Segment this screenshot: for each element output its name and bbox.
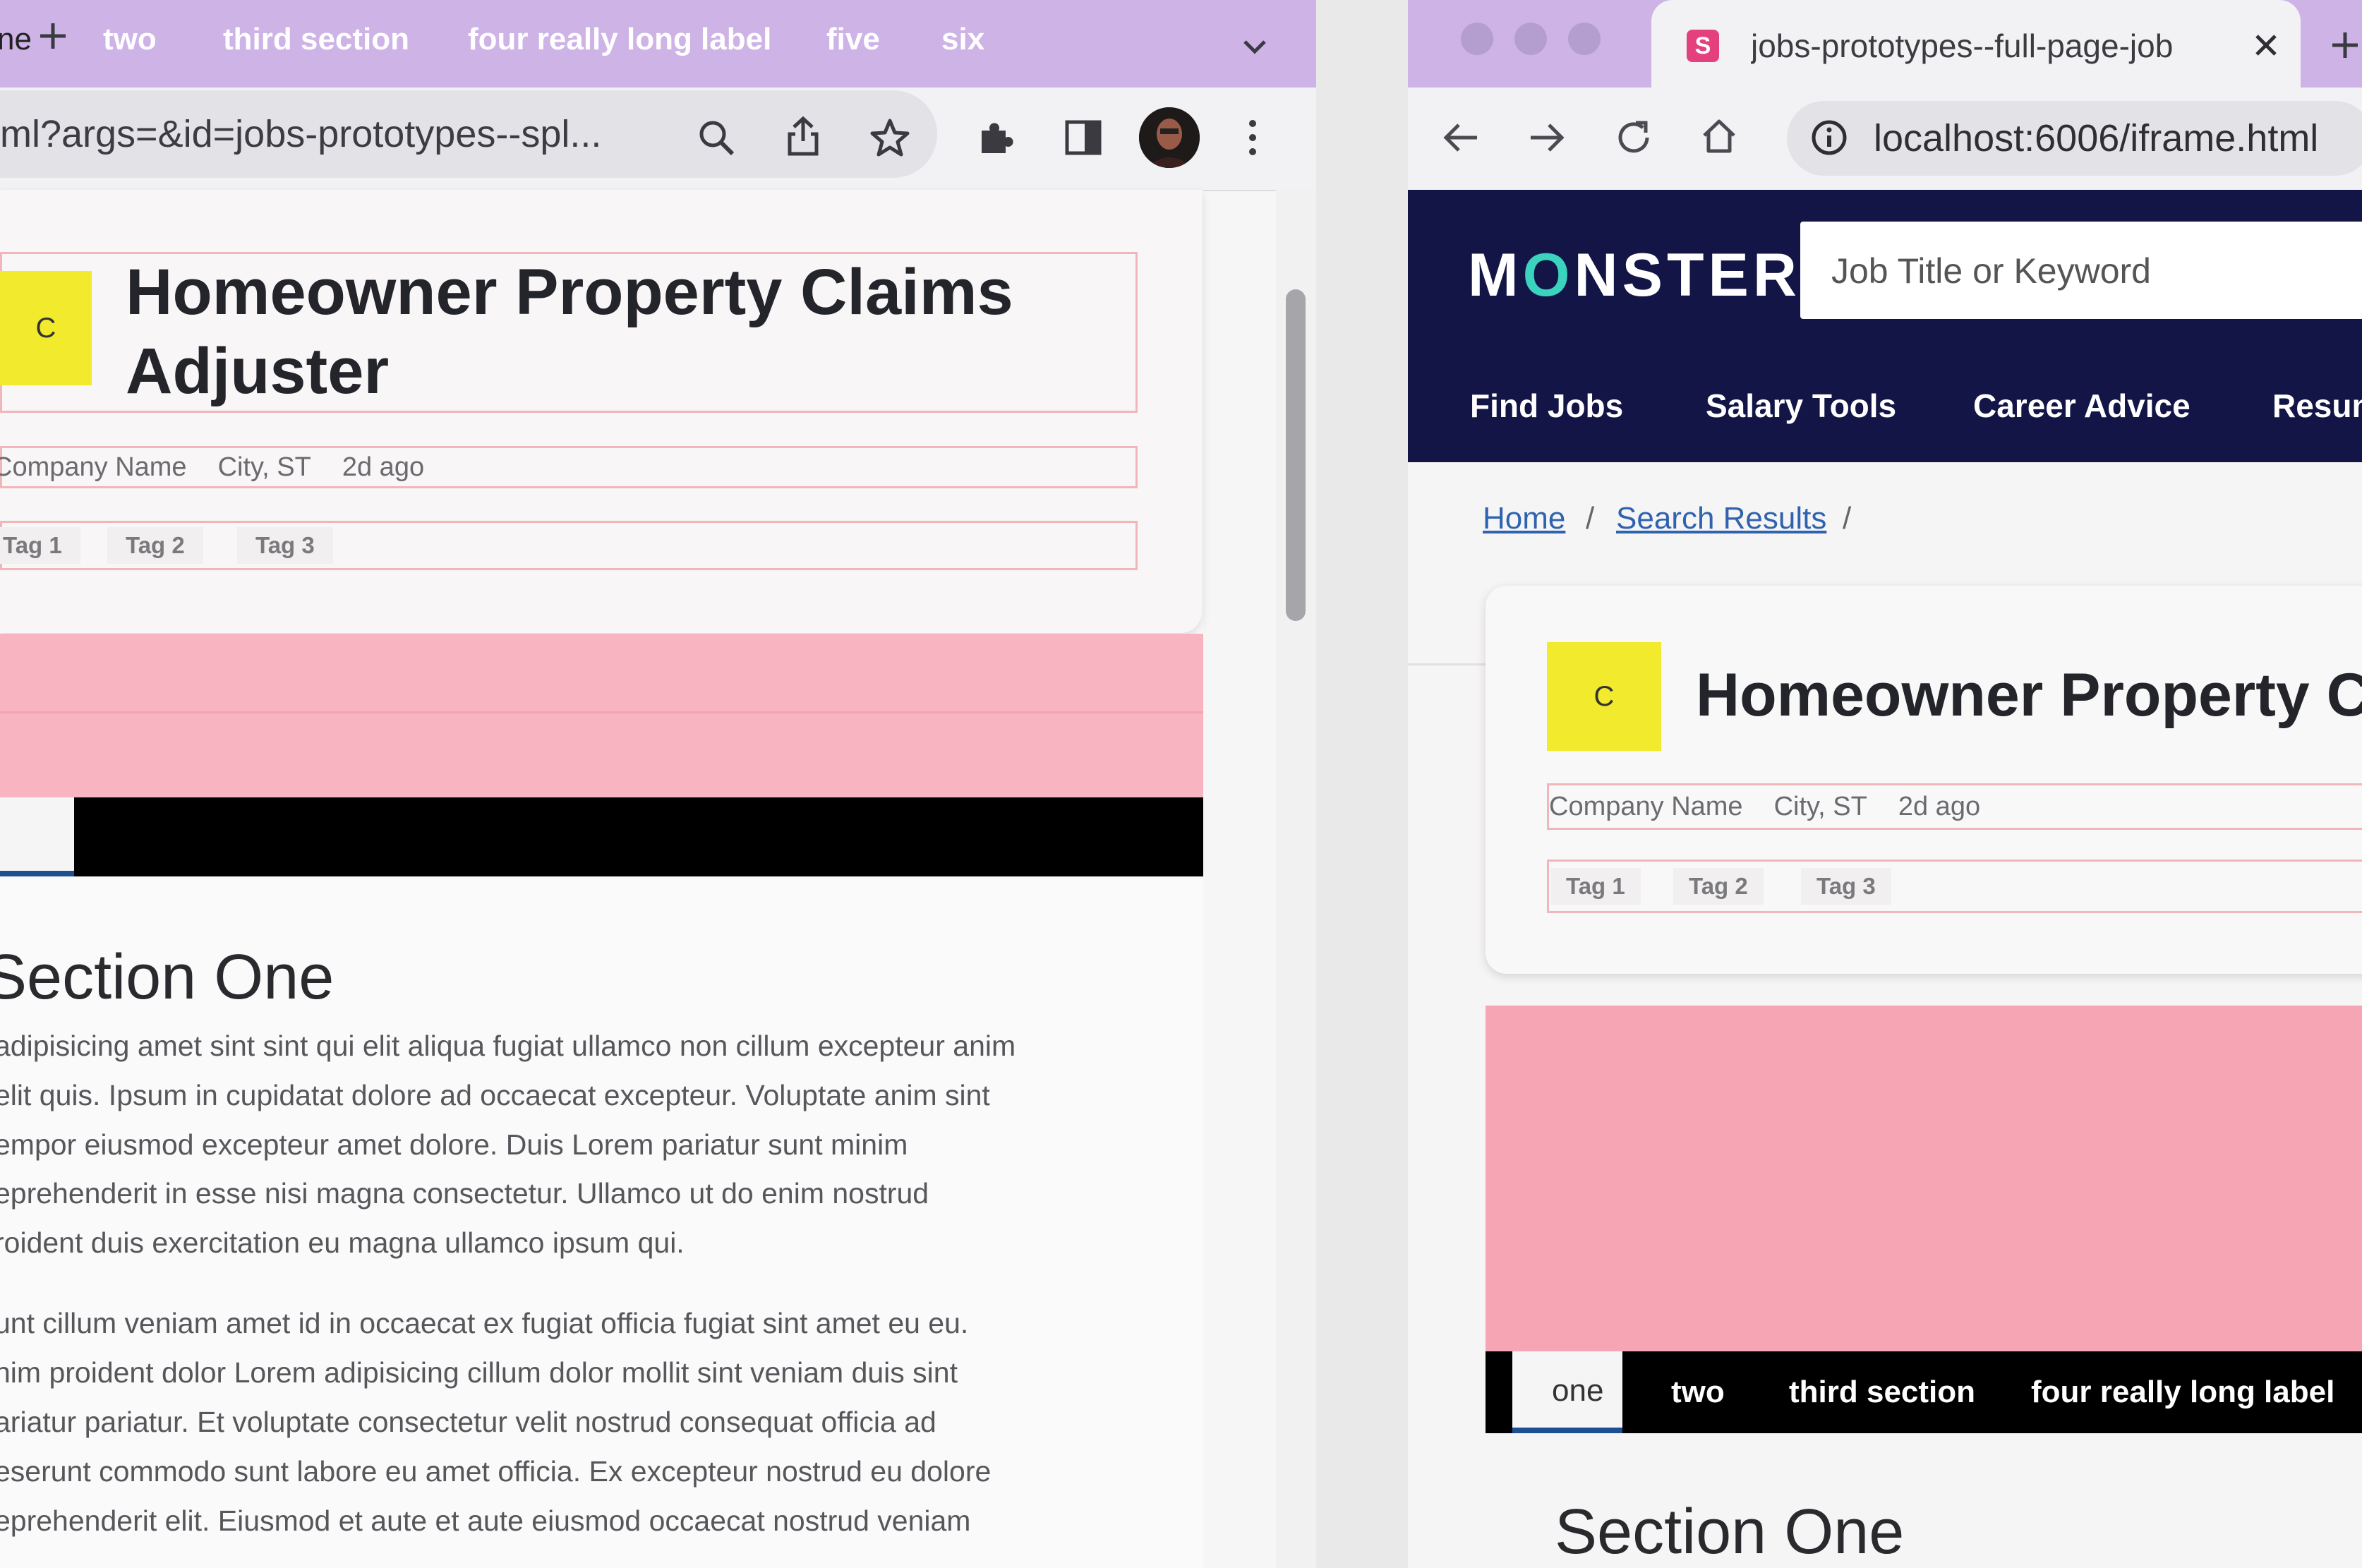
hero-banner: [1486, 1006, 2362, 1351]
posted-date: 2d ago: [342, 452, 425, 482]
job-tag: Tag 3: [1801, 868, 1891, 905]
home-icon[interactable]: [1694, 111, 1744, 161]
address-url[interactable]: ml?args=&id=jobs-prototypes--spl...: [0, 106, 677, 162]
tab-two[interactable]: two: [1671, 1351, 1725, 1433]
job-tag: Tag 2: [1673, 868, 1764, 905]
paragraph-line: adipisicing amet sint sint qui elit aliq…: [0, 1030, 1016, 1062]
profile-avatar[interactable]: [1139, 107, 1200, 168]
zoom-window-light[interactable]: [1568, 23, 1601, 55]
scrollbar-thumb[interactable]: [1286, 289, 1306, 621]
chevron-down-icon[interactable]: [1235, 27, 1275, 66]
job-tag: Tag 2: [107, 527, 203, 564]
tab-four[interactable]: four really long label: [2031, 1351, 2334, 1433]
extensions-icon[interactable]: [971, 113, 1020, 162]
breadcrumb-separator: /: [1843, 501, 1852, 536]
new-tab-icon[interactable]: [32, 16, 73, 56]
company-name[interactable]: Company Name: [1549, 792, 1743, 821]
zoom-icon[interactable]: [692, 113, 741, 162]
section-heading: Section One: [1555, 1497, 1905, 1567]
more-menu-icon[interactable]: [1228, 113, 1277, 162]
left-browser-window: ml?args=&id=jobs-prototypes--spl... C Ho…: [0, 0, 1316, 1568]
job-meta: Company Name City, ST 2d ago: [0, 447, 455, 487]
section-tab-bar: [0, 797, 1203, 876]
tab-two[interactable]: two: [103, 0, 157, 79]
tab-third-section[interactable]: third section: [223, 0, 409, 79]
logo-text-end: NSTER: [1574, 241, 1802, 309]
reload-icon[interactable]: [1609, 113, 1658, 162]
company-name[interactable]: Company Name: [0, 452, 187, 482]
paragraph-line: empor eiusmod excepteur amet dolore. Dui…: [0, 1128, 908, 1161]
job-meta: Company Name City, ST 2d ago: [1549, 785, 2011, 828]
job-title: Homeowner Property C: [1696, 661, 2362, 729]
banner-divider: [0, 711, 1203, 713]
site-info-icon[interactable]: [1804, 113, 1854, 162]
tags-outline: [1547, 860, 2362, 913]
logo-text-o: O: [1522, 241, 1574, 309]
job-location: City, ST: [217, 452, 311, 482]
nav-find-jobs[interactable]: Find Jobs: [1470, 378, 1623, 434]
company-logo: C: [1547, 642, 1661, 751]
nav-resume[interactable]: Resum: [2272, 378, 2362, 434]
storybook-favicon-icon: S: [1687, 30, 1719, 62]
breadcrumb-search-results[interactable]: Search Results: [1616, 494, 1826, 543]
bookmark-star-icon[interactable]: [865, 113, 915, 162]
job-title: Homeowner Property Claims Adjuster: [126, 256, 1013, 407]
hero-banner: [0, 634, 1203, 797]
section-heading: Section One: [0, 942, 335, 1013]
breadcrumb-separator: /: [1586, 501, 1595, 536]
forward-arrow-icon[interactable]: [1522, 113, 1572, 162]
side-panel-icon[interactable]: [1059, 113, 1108, 162]
back-arrow-icon[interactable]: [1436, 113, 1486, 162]
close-icon[interactable]: [2246, 25, 2286, 65]
paragraph-line: nim proident dolor Lorem adipisicing cil…: [0, 1356, 958, 1389]
nav-salary-tools[interactable]: Salary Tools: [1706, 378, 1896, 434]
monster-logo[interactable]: MONSTER: [1468, 236, 1801, 314]
job-location: City, ST: [1773, 792, 1867, 821]
close-window-light[interactable]: [1461, 23, 1493, 55]
tab-one-active[interactable]: [0, 797, 74, 876]
tab-six[interactable]: six: [941, 0, 984, 79]
job-tag: Tag 3: [237, 527, 333, 564]
posted-date: 2d ago: [1898, 792, 1981, 821]
job-title-search-input[interactable]: [1831, 243, 2325, 299]
tab-four[interactable]: four really long label: [468, 0, 771, 79]
window-gap: [1316, 0, 1408, 1568]
company-logo: C: [0, 271, 92, 385]
breadcrumb-home[interactable]: Home: [1483, 494, 1565, 543]
tab-third-section[interactable]: third section: [1789, 1351, 1975, 1433]
paragraph-line: roident duis exercitation eu magna ullam…: [0, 1226, 685, 1259]
share-icon[interactable]: [778, 111, 828, 161]
tab-one[interactable]: one: [1552, 1350, 1603, 1432]
paragraph-line: eserunt commodo sunt labore eu amet offi…: [0, 1455, 992, 1488]
paragraph-line: unt cillum veniam amet id in occaecat ex…: [0, 1307, 969, 1339]
new-tab-icon[interactable]: [2325, 25, 2362, 65]
paragraph-line: ariatur pariatur. Et voluptate consectet…: [0, 1406, 936, 1438]
nav-career-advice[interactable]: Career Advice: [1973, 378, 2191, 434]
paragraph-line: elit quis. Ipsum in cupidatat dolore ad …: [0, 1079, 990, 1111]
minimize-window-light[interactable]: [1514, 23, 1547, 55]
logo-text-start: M: [1468, 241, 1523, 309]
paragraph-line: eprehenderit in esse nisi magna consecte…: [0, 1177, 929, 1210]
job-tag: Tag 1: [1550, 868, 1641, 905]
right-browser-window: S jobs-prototypes--full-page-job localho…: [1408, 0, 2362, 1568]
job-tag: Tag 1: [0, 527, 80, 564]
tab-one[interactable]: ne: [0, 0, 32, 79]
paragraph-line: eprehenderit elit. Eiusmod et aute et au…: [0, 1504, 971, 1537]
address-url[interactable]: localhost:6006/iframe.html: [1874, 110, 2362, 167]
tab-title[interactable]: jobs-prototypes--full-page-job: [1751, 21, 2217, 71]
tab-five[interactable]: five: [826, 0, 880, 79]
